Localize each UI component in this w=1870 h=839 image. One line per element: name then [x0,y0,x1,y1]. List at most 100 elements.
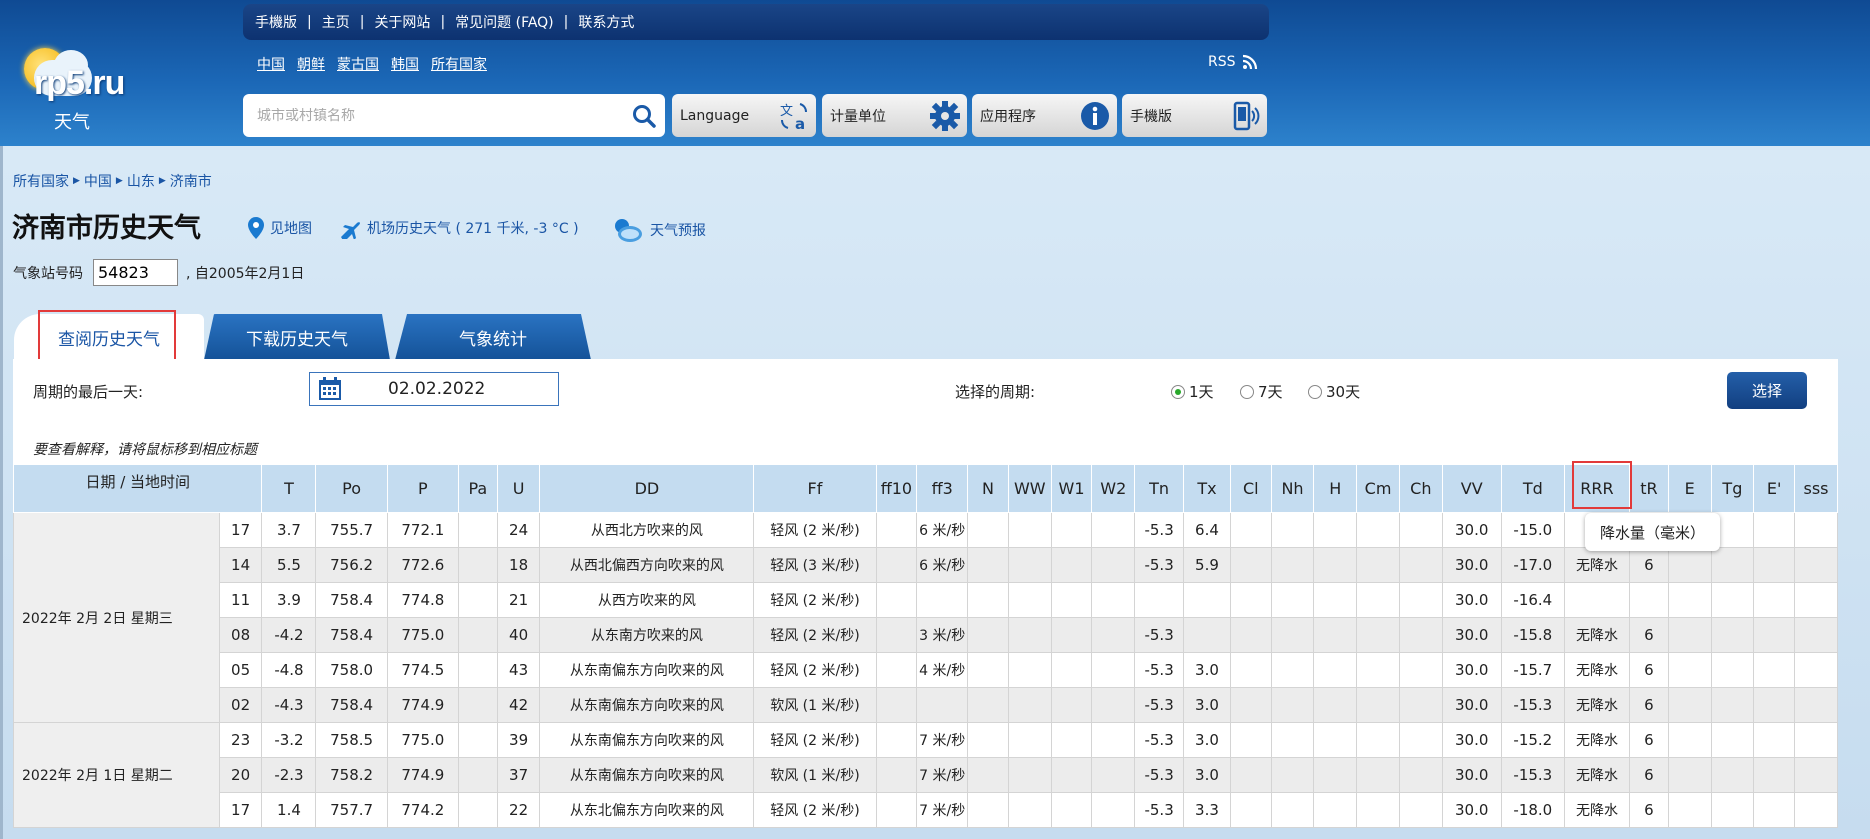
column-header-ff[interactable]: Ff [753,464,877,513]
column-header-ex[interactable]: E' [1753,464,1796,513]
cell-ff10 [875,687,918,723]
column-header-tn[interactable]: Tn [1134,464,1185,513]
rss-icon [1242,54,1257,70]
cell-ff3: 7 米/秒 [916,792,969,828]
column-header-nh[interactable]: Nh [1270,464,1315,513]
breadcrumb-jinan[interactable]: 济南市 [170,171,212,191]
cell-ch [1398,547,1443,583]
column-header-date[interactable]: 日期 / 当地时间 [12,464,263,513]
site-logo[interactable]: rp5.ru 天气 [18,44,178,134]
column-header-tr[interactable]: tR [1629,464,1669,513]
radio-button[interactable] [1240,384,1254,399]
column-header-ww[interactable]: WW [1007,464,1052,513]
cell-t: -4.8 [261,652,317,688]
forecast-link[interactable]: 天气预报 [612,217,706,243]
nav-separator: | [307,14,312,30]
column-header-n[interactable]: N [967,464,1009,513]
cell-p: 775.0 [386,722,460,758]
column-header-cm[interactable]: Cm [1356,464,1400,513]
nav-separator: | [359,14,365,30]
units-button[interactable]: 计量单位 [822,94,967,137]
cell-ex [1753,722,1796,758]
mobile-button[interactable]: 手機版 [1122,94,1267,137]
cell-tr: 6 [1629,792,1669,828]
column-header-tg[interactable]: Tg [1710,464,1755,513]
cell-cm [1356,757,1400,793]
nav-home[interactable]: 主页 [322,12,350,32]
cell-tn [1134,582,1185,618]
tab-statistics[interactable]: 气象统计 [395,314,591,360]
search-input[interactable] [257,107,627,124]
search-icon[interactable] [631,103,657,129]
cell-ff: 软风 (1 米/秒) [753,757,877,793]
cell-rrr: 无降水 [1563,792,1631,828]
column-header-t[interactable]: T [261,464,317,513]
breadcrumb-china[interactable]: 中国 [84,171,112,191]
cell-tn: -5.3 [1134,617,1185,653]
cell-nh [1270,617,1315,653]
country-link-korea[interactable]: 韩国 [391,54,419,74]
country-link-north-korea[interactable]: 朝鲜 [297,54,325,74]
column-header-e[interactable]: E [1667,464,1712,513]
window-edge [0,146,3,839]
apps-button[interactable]: 应用程序 [972,94,1117,137]
period-option-30day[interactable]: 30天 [1308,381,1360,402]
cell-ff10 [875,792,918,828]
period-option-1day[interactable]: 1天 [1171,381,1214,402]
column-header-rrr[interactable]: RRR [1563,464,1631,513]
nav-faq[interactable]: 常见问题 (FAQ) [455,12,554,32]
column-header-w1[interactable]: W1 [1050,464,1093,513]
tab-history-view[interactable]: 查阅历史天气 [14,310,204,362]
language-button[interactable]: Language 文a [672,94,816,137]
breadcrumb-shandong[interactable]: 山东 [127,171,155,191]
column-header-vv[interactable]: VV [1441,464,1502,513]
cell-cm [1356,512,1400,548]
country-link-china[interactable]: 中国 [257,54,285,74]
cell-e [1667,617,1712,653]
column-header-u[interactable]: U [496,464,541,513]
cell-e [1667,582,1712,618]
radio-button[interactable] [1171,384,1185,399]
column-header-h[interactable]: H [1313,464,1358,513]
station-number-field[interactable] [93,259,178,286]
column-header-w2[interactable]: W2 [1091,464,1136,513]
cell-po: 758.0 [315,652,388,688]
cell-pa [458,547,498,583]
cell-nh [1270,722,1315,758]
nav-mobile[interactable]: 手機版 [255,12,297,32]
rss-link[interactable]: RSS [1208,54,1258,70]
column-header-tx[interactable]: Tx [1183,464,1231,513]
cell-ff: 轻风 (2 米/秒) [753,582,877,618]
select-button[interactable]: 选择 [1727,372,1807,409]
column-header-td[interactable]: Td [1500,464,1565,513]
map-link[interactable]: 见地图 [248,217,312,239]
cell-cm [1356,792,1400,828]
tab-history-download[interactable]: 下载历史天气 [204,314,390,360]
column-header-po[interactable]: Po [315,464,388,513]
cell-p: 775.0 [386,617,460,653]
airplane-icon [341,222,360,239]
date-picker[interactable]: 02.02.2022 [309,372,559,406]
nav-about[interactable]: 关于网站 [374,12,430,32]
column-header-p[interactable]: P [386,464,460,513]
cell-ww [1007,547,1052,583]
radio-button[interactable] [1308,384,1322,399]
country-link-mongolia[interactable]: 蒙古国 [337,54,379,74]
cell-tg [1710,757,1755,793]
cell-dd: 从东南偏东方向吹来的风 [539,687,755,723]
airport-history-link[interactable]: 机场历史天气 ( 271 千米, -3 °C ) [339,217,579,239]
cell-td: -15.0 [1500,512,1565,548]
period-option-7day[interactable]: 7天 [1240,381,1283,402]
column-header-ff10[interactable]: ff10 [875,464,918,513]
column-header-sss[interactable]: sss [1794,464,1838,513]
column-header-ff3[interactable]: ff3 [916,464,969,513]
cell-rrr: 无降水 [1563,547,1631,583]
breadcrumb-all-countries[interactable]: 所有国家 [13,171,69,191]
column-header-pa[interactable]: Pa [458,464,498,513]
calendar-icon[interactable] [318,377,342,401]
column-header-ch[interactable]: Ch [1398,464,1443,513]
column-header-dd[interactable]: DD [539,464,755,513]
column-header-cl[interactable]: Cl [1229,464,1272,513]
nav-contact[interactable]: 联系方式 [578,12,634,32]
country-link-all[interactable]: 所有国家 [431,54,487,74]
